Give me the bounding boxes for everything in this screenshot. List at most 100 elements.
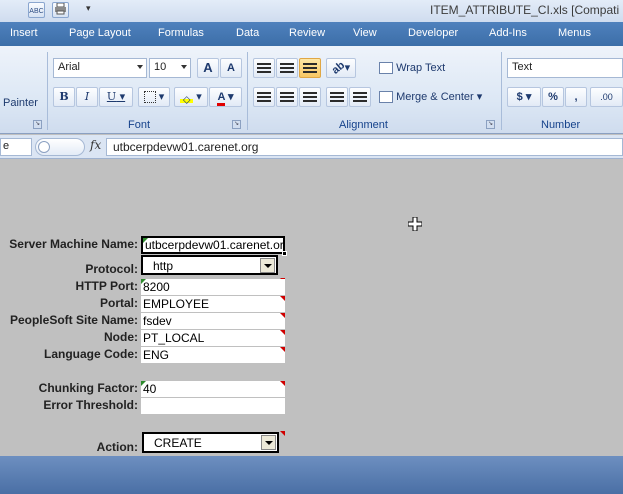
font-size-combo[interactable]: 10 — [149, 58, 191, 78]
clipboard-launcher-icon[interactable]: ↘ — [33, 120, 42, 129]
server-machine-name-cell[interactable]: utbcerpdevw01.carenet.org — [141, 236, 285, 254]
label-container: Node: — [0, 330, 138, 346]
move-cursor-icon — [408, 217, 422, 231]
align-top-button[interactable] — [253, 58, 275, 78]
tab-formulas[interactable]: Formulas — [158, 27, 204, 39]
merge-center-icon — [379, 91, 393, 104]
font-name-value: Arial — [58, 61, 81, 73]
print-icon[interactable] — [52, 2, 69, 18]
increase-decimal-button[interactable]: .00 — [590, 87, 623, 107]
align-middle-icon — [280, 63, 294, 74]
worksheet[interactable]: Server Machine Name: utbcerpdevw01.caren… — [0, 160, 623, 456]
fill-handle[interactable] — [282, 251, 287, 256]
tab-add-ins[interactable]: Add-Ins — [489, 27, 527, 39]
site-name-label: PeopleSoft Site Name: — [9, 313, 138, 327]
chunking-factor-cell[interactable]: 40 — [141, 381, 285, 397]
comma-label: , — [574, 91, 578, 103]
node-cell[interactable]: PT_LOCAL — [141, 330, 285, 346]
insert-function-icon[interactable]: fx — [90, 138, 101, 152]
http-port-value: 8200 — [143, 280, 170, 294]
alignment-launcher-icon[interactable]: ↘ — [486, 120, 495, 129]
currency-label: $ — [516, 91, 523, 103]
shrink-font-label: A — [227, 62, 235, 74]
font-color-button[interactable]: A ▾ — [209, 87, 242, 107]
group-separator — [501, 52, 502, 130]
number-format-combo[interactable]: Text — [507, 58, 623, 78]
borders-button[interactable]: ▾ — [138, 87, 170, 107]
comma-button[interactable]: , — [565, 87, 587, 107]
ribbon-tabs: Insert Page Layout Formulas Data Review … — [0, 22, 623, 46]
decrease-indent-button[interactable] — [326, 87, 348, 107]
action-dropdown[interactable]: CREATE — [142, 432, 279, 453]
decrease-indent-icon — [330, 92, 344, 103]
tab-page-layout[interactable]: Page Layout — [69, 27, 131, 39]
align-left-button[interactable] — [253, 87, 275, 107]
tab-developer[interactable]: Developer — [408, 27, 458, 39]
font-size-value: 10 — [154, 61, 167, 73]
font-launcher-icon[interactable]: ↘ — [232, 120, 241, 129]
node-value: PT_LOCAL — [143, 331, 205, 345]
portal-value: EMPLOYEE — [143, 297, 210, 311]
spellcheck-icon[interactable]: ABC — [28, 2, 45, 18]
group-separator — [247, 52, 248, 130]
underline-label: U — [106, 90, 117, 103]
font-name-combo[interactable]: Arial — [53, 58, 147, 78]
name-box[interactable]: e — [0, 138, 32, 156]
align-right-icon — [303, 92, 317, 103]
shrink-font-button[interactable]: A — [220, 58, 242, 78]
font-size-dropdown-icon — [181, 65, 187, 69]
fill-color-button[interactable]: ⬦ ▾ — [174, 87, 208, 107]
dropdown-arrow-icon[interactable] — [261, 435, 276, 450]
error-threshold-cell[interactable] — [141, 398, 285, 414]
underline-button[interactable]: U ▾ — [99, 87, 133, 107]
tab-menus[interactable]: Menus — [558, 27, 591, 39]
format-painter-button[interactable]: Painter — [3, 97, 38, 109]
fill-color-icon: ⬦ — [180, 91, 194, 106]
formula-input[interactable]: utbcerpdevw01.carenet.org — [106, 138, 623, 156]
language-code-value: ENG — [143, 348, 170, 362]
merge-center-button[interactable]: Merge & Center ▾ — [378, 87, 494, 107]
label-container: Protocol: — [0, 262, 138, 278]
wrap-text-button[interactable]: Wrap Text — [378, 58, 458, 78]
label-container: Server Machine Name: — [0, 237, 138, 253]
label-container: Portal: — [0, 296, 138, 312]
align-bottom-button[interactable] — [299, 58, 321, 78]
label-container: Language Code: — [0, 347, 138, 363]
dropdown-arrow-icon[interactable] — [260, 258, 275, 273]
font-name-dropdown-icon — [137, 65, 143, 69]
italic-button[interactable]: I — [76, 87, 98, 107]
align-center-button[interactable] — [276, 87, 298, 107]
customize-qat-icon[interactable]: ▾ — [86, 3, 91, 14]
orientation-button[interactable]: ab▾ — [326, 58, 356, 78]
protocol-dropdown[interactable]: http — [141, 255, 278, 275]
tab-review[interactable]: Review — [289, 27, 325, 39]
portal-cell[interactable]: EMPLOYEE — [141, 296, 285, 312]
align-middle-button[interactable] — [276, 58, 298, 78]
formula-expand-control[interactable] — [35, 138, 85, 156]
server-machine-name-value: utbcerpdevw01.carenet.org — [145, 238, 285, 252]
server-machine-name-label: Server Machine Name: — [9, 237, 138, 251]
align-right-button[interactable] — [299, 87, 321, 107]
bold-button[interactable]: B — [53, 87, 75, 107]
currency-button[interactable]: $ ▾ — [507, 87, 541, 107]
increase-indent-button[interactable] — [349, 87, 371, 107]
circle-icon — [38, 141, 50, 153]
printer-glyph — [55, 2, 66, 15]
http-port-cell[interactable]: 8200 — [141, 279, 285, 295]
language-code-cell[interactable]: ENG — [141, 347, 285, 363]
language-code-label: Language Code: — [43, 347, 138, 361]
percent-label: % — [548, 91, 558, 103]
site-name-cell[interactable]: fsdev — [141, 313, 285, 329]
error-indicator-icon — [141, 381, 146, 386]
tab-view[interactable]: View — [353, 27, 377, 39]
chunking-factor-label: Chunking Factor: — [38, 381, 138, 395]
tab-insert[interactable]: Insert — [10, 27, 38, 39]
grow-font-button[interactable]: A — [197, 58, 219, 78]
percent-button[interactable]: % — [542, 87, 564, 107]
grow-font-label: A — [203, 60, 213, 75]
tab-data[interactable]: Data — [236, 27, 259, 39]
protocol-label: Protocol: — [85, 262, 138, 276]
status-bar — [0, 456, 623, 494]
increase-indent-icon — [353, 92, 367, 103]
protocol-value: http — [153, 259, 174, 273]
